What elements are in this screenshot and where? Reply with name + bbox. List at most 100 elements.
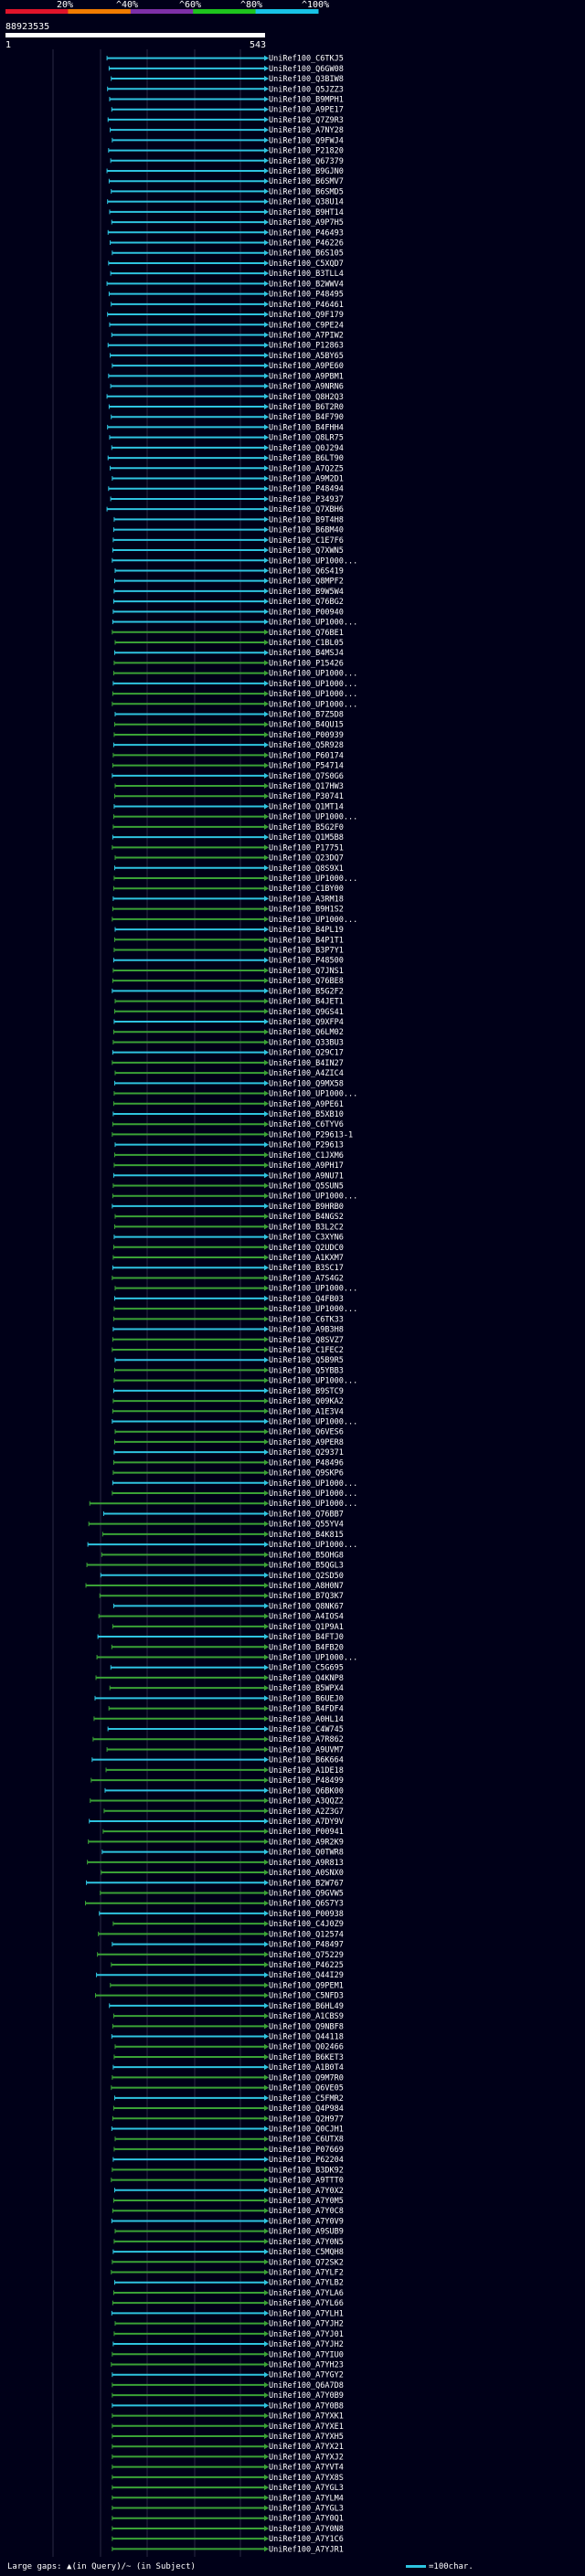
- row-label[interactable]: UniRef100_C1BL05: [269, 639, 344, 648]
- row-label[interactable]: UniRef100_Q76BE8: [269, 977, 344, 986]
- row-label[interactable]: UniRef100_A3RM18: [269, 895, 344, 904]
- row-label[interactable]: UniRef100_B5OHG8: [269, 1551, 344, 1560]
- row-label[interactable]: UniRef100_Q6BK00: [269, 1786, 344, 1796]
- row-label[interactable]: UniRef100_B3P7Y1: [269, 947, 344, 956]
- row-label[interactable]: UniRef100_Q6A7D8: [269, 2381, 344, 2390]
- row-label[interactable]: UniRef100_Q38U14: [269, 198, 344, 207]
- row-label[interactable]: UniRef100_P12863: [269, 342, 344, 351]
- row-label[interactable]: UniRef100_C4J0Z9: [269, 1920, 344, 1929]
- row-label[interactable]: UniRef100_Q9GVW5: [269, 1889, 344, 1898]
- row-label[interactable]: UniRef100_A7S4G2: [269, 1274, 344, 1283]
- row-label[interactable]: UniRef100_B4PL19: [269, 926, 344, 935]
- row-label[interactable]: UniRef100_C6TYV6: [269, 1120, 344, 1129]
- row-label[interactable]: UniRef100_UP1000...: [269, 1193, 357, 1202]
- row-label[interactable]: UniRef100_A7YJR1: [269, 2545, 344, 2554]
- row-label[interactable]: UniRef100_Q29C17: [269, 1049, 344, 1058]
- row-label[interactable]: UniRef100_C6TK33: [269, 1315, 344, 1324]
- row-label[interactable]: UniRef100_Q0CJH1: [269, 2125, 344, 2134]
- row-label[interactable]: UniRef100_A3QQZ2: [269, 1797, 344, 1807]
- row-label[interactable]: UniRef100_UP1000...: [269, 1489, 357, 1499]
- row-label[interactable]: UniRef100_B4K815: [269, 1531, 344, 1540]
- row-label[interactable]: UniRef100_Q55YV4: [269, 1521, 344, 1530]
- row-label[interactable]: UniRef100_Q2H977: [269, 2115, 344, 2124]
- row-label[interactable]: UniRef100_B4F790: [269, 413, 344, 422]
- row-label[interactable]: UniRef100_B6UEJ0: [269, 1694, 344, 1703]
- row-label[interactable]: UniRef100_Q5B9R5: [269, 1356, 344, 1365]
- row-label[interactable]: UniRef100_A1KXM7: [269, 1254, 344, 1263]
- row-label[interactable]: UniRef100_A7YGY2: [269, 2371, 344, 2380]
- row-label[interactable]: UniRef100_B5XB10: [269, 1110, 344, 1119]
- row-label[interactable]: UniRef100_B5QGL3: [269, 1562, 344, 1571]
- row-label[interactable]: UniRef100_C5MQH8: [269, 2248, 344, 2257]
- row-label[interactable]: UniRef100_Q8LR75: [269, 434, 344, 443]
- row-label[interactable]: UniRef100_Q2SD50: [269, 1572, 344, 1581]
- row-label[interactable]: UniRef100_C6UTX8: [269, 2136, 344, 2145]
- row-label[interactable]: UniRef100_Q7XBH6: [269, 505, 344, 514]
- row-label[interactable]: UniRef100_B4IN27: [269, 1059, 344, 1068]
- row-label[interactable]: UniRef100_Q7JNS1: [269, 967, 344, 976]
- row-label[interactable]: UniRef100_B9STC9: [269, 1387, 344, 1396]
- row-label[interactable]: UniRef100_Q6GW08: [269, 65, 344, 74]
- row-label[interactable]: UniRef100_C5FMR2: [269, 2094, 344, 2104]
- row-label[interactable]: UniRef100_A9PE17: [269, 106, 344, 115]
- row-label[interactable]: UniRef100_B6KET3: [269, 2053, 344, 2062]
- row-label[interactable]: UniRef100_B4FTJ0: [269, 1633, 344, 1642]
- row-label[interactable]: UniRef100_Q44118: [269, 2033, 344, 2042]
- row-label[interactable]: UniRef100_A7YXE1: [269, 2422, 344, 2432]
- row-label[interactable]: UniRef100_A7YIU0: [269, 2350, 344, 2359]
- row-label[interactable]: UniRef100_A4ZIC4: [269, 1069, 344, 1078]
- row-label[interactable]: UniRef100_A7Y0X2: [269, 2187, 344, 2196]
- row-label[interactable]: UniRef100_Q9SKP6: [269, 1469, 344, 1479]
- row-label[interactable]: UniRef100_B9W5W4: [269, 588, 344, 597]
- row-label[interactable]: UniRef100_B3DK92: [269, 2166, 344, 2175]
- row-label[interactable]: UniRef100_A7YXJ2: [269, 2453, 344, 2462]
- row-label[interactable]: UniRef100_A2Z3G7: [269, 1807, 344, 1817]
- row-label[interactable]: UniRef100_A7YLA6: [269, 2289, 344, 2298]
- row-label[interactable]: UniRef100_UP1000...: [269, 1653, 357, 1662]
- row-label[interactable]: UniRef100_P54714: [269, 762, 344, 771]
- row-label[interactable]: UniRef100_Q7S0G6: [269, 772, 344, 781]
- row-label[interactable]: UniRef100_Q9M7R0: [269, 2073, 344, 2083]
- row-label[interactable]: UniRef100_A7YJH2: [269, 2340, 344, 2349]
- row-label[interactable]: UniRef100_B3L2C2: [269, 1223, 344, 1232]
- row-label[interactable]: UniRef100_UP1000...: [269, 813, 357, 822]
- row-label[interactable]: UniRef100_Q7XWN5: [269, 546, 344, 556]
- row-label[interactable]: UniRef100_A7Y0B9: [269, 2391, 344, 2401]
- row-label[interactable]: UniRef100_P48494: [269, 485, 344, 494]
- row-label[interactable]: UniRef100_B5WPX4: [269, 1684, 344, 1693]
- row-label[interactable]: UniRef100_A0HL14: [269, 1715, 344, 1724]
- row-label[interactable]: UniRef100_A7YX21: [269, 2443, 344, 2452]
- row-label[interactable]: UniRef100_C5G695: [269, 1664, 344, 1673]
- row-label[interactable]: UniRef100_Q44I29: [269, 1971, 344, 1980]
- row-label[interactable]: UniRef100_B6T2R0: [269, 403, 344, 412]
- row-label[interactable]: UniRef100_Q8H2Q3: [269, 393, 344, 402]
- row-label[interactable]: UniRef100_A5BY65: [269, 352, 344, 361]
- row-label[interactable]: UniRef100_A7YLF2: [269, 2269, 344, 2278]
- row-label[interactable]: UniRef100_A9PBM1: [269, 372, 344, 381]
- row-label[interactable]: UniRef100_A7YJH2: [269, 2320, 344, 2329]
- row-label[interactable]: UniRef100_P29613: [269, 1141, 344, 1150]
- row-label[interactable]: UniRef100_B9H1S2: [269, 906, 344, 915]
- row-label[interactable]: UniRef100_B4MSJ4: [269, 649, 344, 658]
- row-label[interactable]: UniRef100_UP1000...: [269, 1541, 357, 1550]
- row-label[interactable]: UniRef100_Q4FB03: [269, 1295, 344, 1304]
- row-label[interactable]: UniRef100_A9TTT0: [269, 2177, 344, 2186]
- row-label[interactable]: UniRef100_Q1M5B8: [269, 833, 344, 843]
- row-label[interactable]: UniRef100_B4FB20: [269, 1643, 344, 1652]
- row-label[interactable]: UniRef100_Q67379: [269, 157, 344, 166]
- row-label[interactable]: UniRef100_A7Y1C6: [269, 2535, 344, 2544]
- row-label[interactable]: UniRef100_P34937: [269, 495, 344, 504]
- row-label[interactable]: UniRef100_UP1000...: [269, 670, 357, 679]
- row-label[interactable]: UniRef100_B6LT90: [269, 454, 344, 463]
- row-label[interactable]: UniRef100_A9PH17: [269, 1161, 344, 1171]
- row-label[interactable]: UniRef100_Q9FWJ4: [269, 136, 344, 145]
- row-label[interactable]: UniRef100_A7YLM4: [269, 2494, 344, 2503]
- row-label[interactable]: UniRef100_A9P7H5: [269, 218, 344, 228]
- row-label[interactable]: UniRef100_A9PER8: [269, 1438, 344, 1447]
- row-label[interactable]: UniRef100_A4IOS4: [269, 1613, 344, 1622]
- row-label[interactable]: UniRef100_UP1000...: [269, 700, 357, 709]
- row-label[interactable]: UniRef100_UP1000...: [269, 690, 357, 699]
- row-label[interactable]: UniRef100_A7Q2Z5: [269, 464, 344, 473]
- row-label[interactable]: UniRef100_A9R813: [269, 1859, 344, 1868]
- row-label[interactable]: UniRef100_C1E7F6: [269, 536, 344, 546]
